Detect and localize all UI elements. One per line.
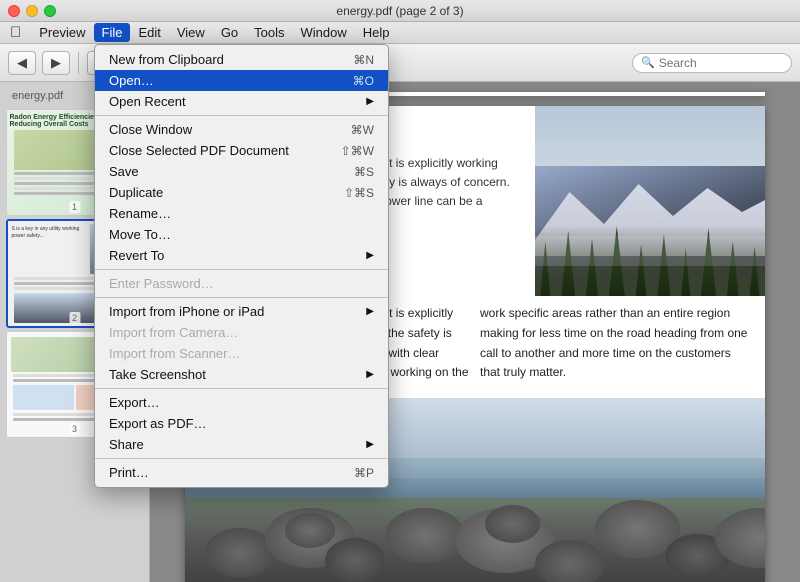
submenu-arrow: ▶ — [366, 96, 374, 107]
search-icon: 🔍 — [641, 56, 655, 69]
menu-window[interactable]: Window — [293, 23, 355, 42]
menu-bar:  Preview File Edit View Go Tools Window… — [0, 22, 800, 44]
minimize-button[interactable] — [26, 5, 38, 17]
nav-forward-button[interactable]: ▶ — [42, 51, 70, 75]
menu-duplicate[interactable]: Duplicate ⇧⌘S — [95, 182, 388, 203]
menu-open-recent[interactable]: Open Recent ▶ — [95, 91, 388, 112]
menu-take-screenshot[interactable]: Take Screenshot ▶ — [95, 364, 388, 385]
menu-view[interactable]: View — [169, 23, 213, 42]
revert-submenu-arrow: ▶ — [366, 250, 374, 261]
menu-tools[interactable]: Tools — [246, 23, 292, 42]
thumb-page-num-3: 3 — [69, 423, 80, 435]
traffic-lights — [8, 5, 56, 17]
apple-menu[interactable]:  — [6, 24, 31, 41]
menu-new-from-clipboard[interactable]: New from Clipboard ⌘N — [95, 49, 388, 70]
menu-rename[interactable]: Rename… — [95, 203, 388, 224]
menu-sep-2 — [95, 269, 388, 270]
menu-sep-1 — [95, 115, 388, 116]
menu-go[interactable]: Go — [213, 23, 246, 42]
menu-preview[interactable]: Preview — [31, 23, 93, 42]
menu-move-to[interactable]: Move To… — [95, 224, 388, 245]
menu-close-selected-pdf[interactable]: Close Selected PDF Document ⇧⌘W — [95, 140, 388, 161]
menu-import-scanner: Import from Scanner… — [95, 343, 388, 364]
menu-close-window[interactable]: Close Window ⌘W — [95, 119, 388, 140]
menu-import-iphone[interactable]: Import from iPhone or iPad ▶ — [95, 301, 388, 322]
share-submenu-arrow: ▶ — [366, 439, 374, 450]
import-submenu-arrow: ▶ — [366, 306, 374, 317]
screenshot-submenu-arrow: ▶ — [366, 369, 374, 380]
menu-enter-password: Enter Password… — [95, 273, 388, 294]
menu-import-camera: Import from Camera… — [95, 322, 388, 343]
close-button[interactable] — [8, 5, 20, 17]
menu-help[interactable]: Help — [355, 23, 398, 42]
menu-edit[interactable]: Edit — [130, 23, 168, 42]
menu-revert-to[interactable]: Revert To ▶ — [95, 245, 388, 266]
file-menu-dropdown: New from Clipboard ⌘N Open… ⌘O Open Rece… — [94, 44, 389, 488]
menu-open[interactable]: Open… ⌘O — [95, 70, 388, 91]
search-box[interactable]: 🔍 — [632, 53, 792, 73]
menu-export[interactable]: Export… — [95, 392, 388, 413]
menu-sep-3 — [95, 297, 388, 298]
page-mid-right-text: work specific areas rather than an entir… — [480, 304, 751, 384]
thumb-page-num-1: 1 — [69, 201, 80, 213]
menu-print[interactable]: Print… ⌘P — [95, 462, 388, 483]
menu-save[interactable]: Save ⌘S — [95, 161, 388, 182]
menu-export-pdf[interactable]: Export as PDF… — [95, 413, 388, 434]
menu-file[interactable]: File — [94, 23, 131, 42]
forest-image — [535, 106, 765, 296]
window-title: energy.pdf (page 2 of 3) — [336, 4, 463, 18]
search-input[interactable] — [659, 56, 779, 70]
nav-back-button[interactable]: ◀ — [8, 51, 36, 75]
menu-sep-5 — [95, 458, 388, 459]
toolbar-separator-1 — [78, 52, 79, 74]
thumb-page-num-2: 2 — [69, 312, 80, 324]
menu-sep-4 — [95, 388, 388, 389]
maximize-button[interactable] — [44, 5, 56, 17]
title-bar: energy.pdf (page 2 of 3) — [0, 0, 800, 22]
menu-share[interactable]: Share ▶ — [95, 434, 388, 455]
